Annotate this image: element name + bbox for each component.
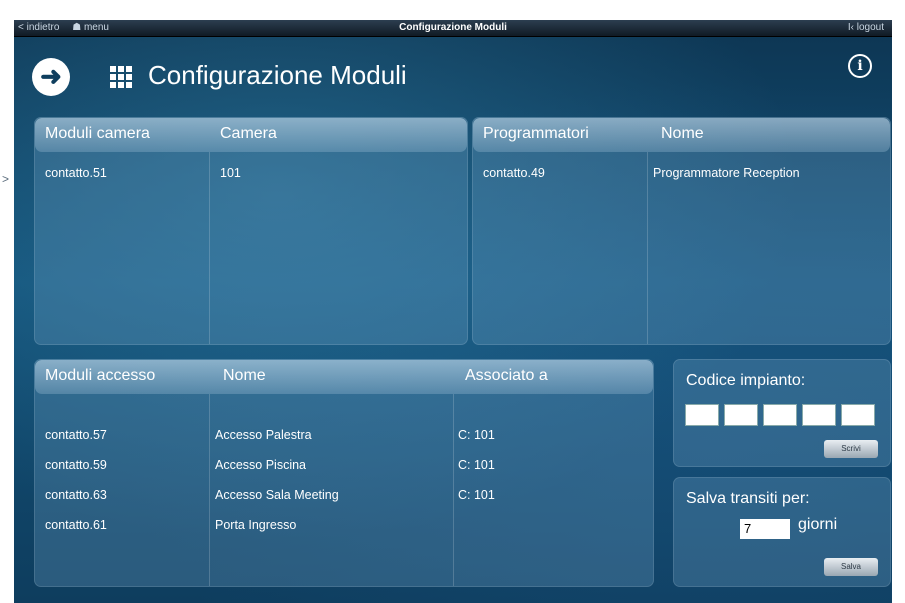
column-divider [453,394,454,586]
days-input[interactable]: 7 [740,519,790,539]
page-header: ➜ Configurazione Moduli i [32,54,872,98]
table-row-cell[interactable]: contatto.59 [45,458,107,472]
column-header-nome: Nome [661,125,704,142]
column-header-moduli-camera: Moduli camera [45,125,150,142]
code-digit-input[interactable] [763,404,797,426]
external-arrow-marker: > [2,172,10,186]
salva-transiti-panel: Salva transiti per: 7 giorni Salva [673,477,891,587]
table-row-cell[interactable]: contatto.63 [45,488,107,502]
table-row-cell[interactable]: Accesso Palestra [215,428,312,442]
camera-modules-panel: Moduli camera Camera contatto.51 101 [34,117,468,345]
app-window: < indietro ☗ menu Configurazione Moduli … [14,20,892,603]
table-row-cell[interactable]: Accesso Piscina [215,458,306,472]
codice-impianto-title: Codice impianto: [686,372,806,389]
programmatori-panel: Programmatori Nome contatto.49 Programma… [472,117,891,345]
table-row-cell[interactable]: contatto.49 [483,166,545,180]
table-row-cell[interactable]: 101 [220,166,241,180]
table-row-cell[interactable]: Programmatore Reception [653,166,800,180]
scrivi-button[interactable]: Scrivi [824,440,878,458]
table-row-cell[interactable]: C: 101 [458,428,495,442]
code-digit-input[interactable] [802,404,836,426]
arrow-left-icon[interactable]: ➜ [32,58,70,96]
salva-transiti-title: Salva transiti per: [686,490,810,507]
access-modules-panel: Moduli accesso Nome Associato a contatto… [34,359,654,587]
code-digit-input[interactable] [724,404,758,426]
table-row-cell[interactable]: Accesso Sala Meeting [215,488,339,502]
column-divider [209,394,210,586]
days-label: giorni [798,516,838,533]
code-digit-input[interactable] [685,404,719,426]
column-divider [209,152,210,344]
table-row-cell[interactable]: Porta Ingresso [215,518,296,532]
info-icon[interactable]: i [848,54,872,78]
column-header-programmatori: Programmatori [483,125,589,142]
column-divider [647,152,648,344]
table-row-cell[interactable]: contatto.57 [45,428,107,442]
grid-icon[interactable] [110,66,132,88]
logout-link[interactable]: I‹ logout [848,20,884,36]
column-header-nome: Nome [223,367,266,384]
top-bar: < indietro ☗ menu Configurazione Moduli … [14,20,892,37]
code-digit-input[interactable] [841,404,875,426]
table-row-cell[interactable]: contatto.51 [45,166,107,180]
table-row-cell[interactable]: C: 101 [458,458,495,472]
table-row-cell[interactable]: C: 101 [458,488,495,502]
column-header-camera: Camera [220,125,277,142]
column-header-associato: Associato a [465,367,548,384]
salva-button[interactable]: Salva [824,558,878,576]
column-header-moduli-accesso: Moduli accesso [45,367,156,384]
page-title: Configurazione Moduli [148,60,407,90]
codice-impianto-panel: Codice impianto: Scrivi [673,359,891,467]
table-row-cell[interactable]: contatto.61 [45,518,107,532]
top-bar-title: Configurazione Moduli [399,22,507,33]
